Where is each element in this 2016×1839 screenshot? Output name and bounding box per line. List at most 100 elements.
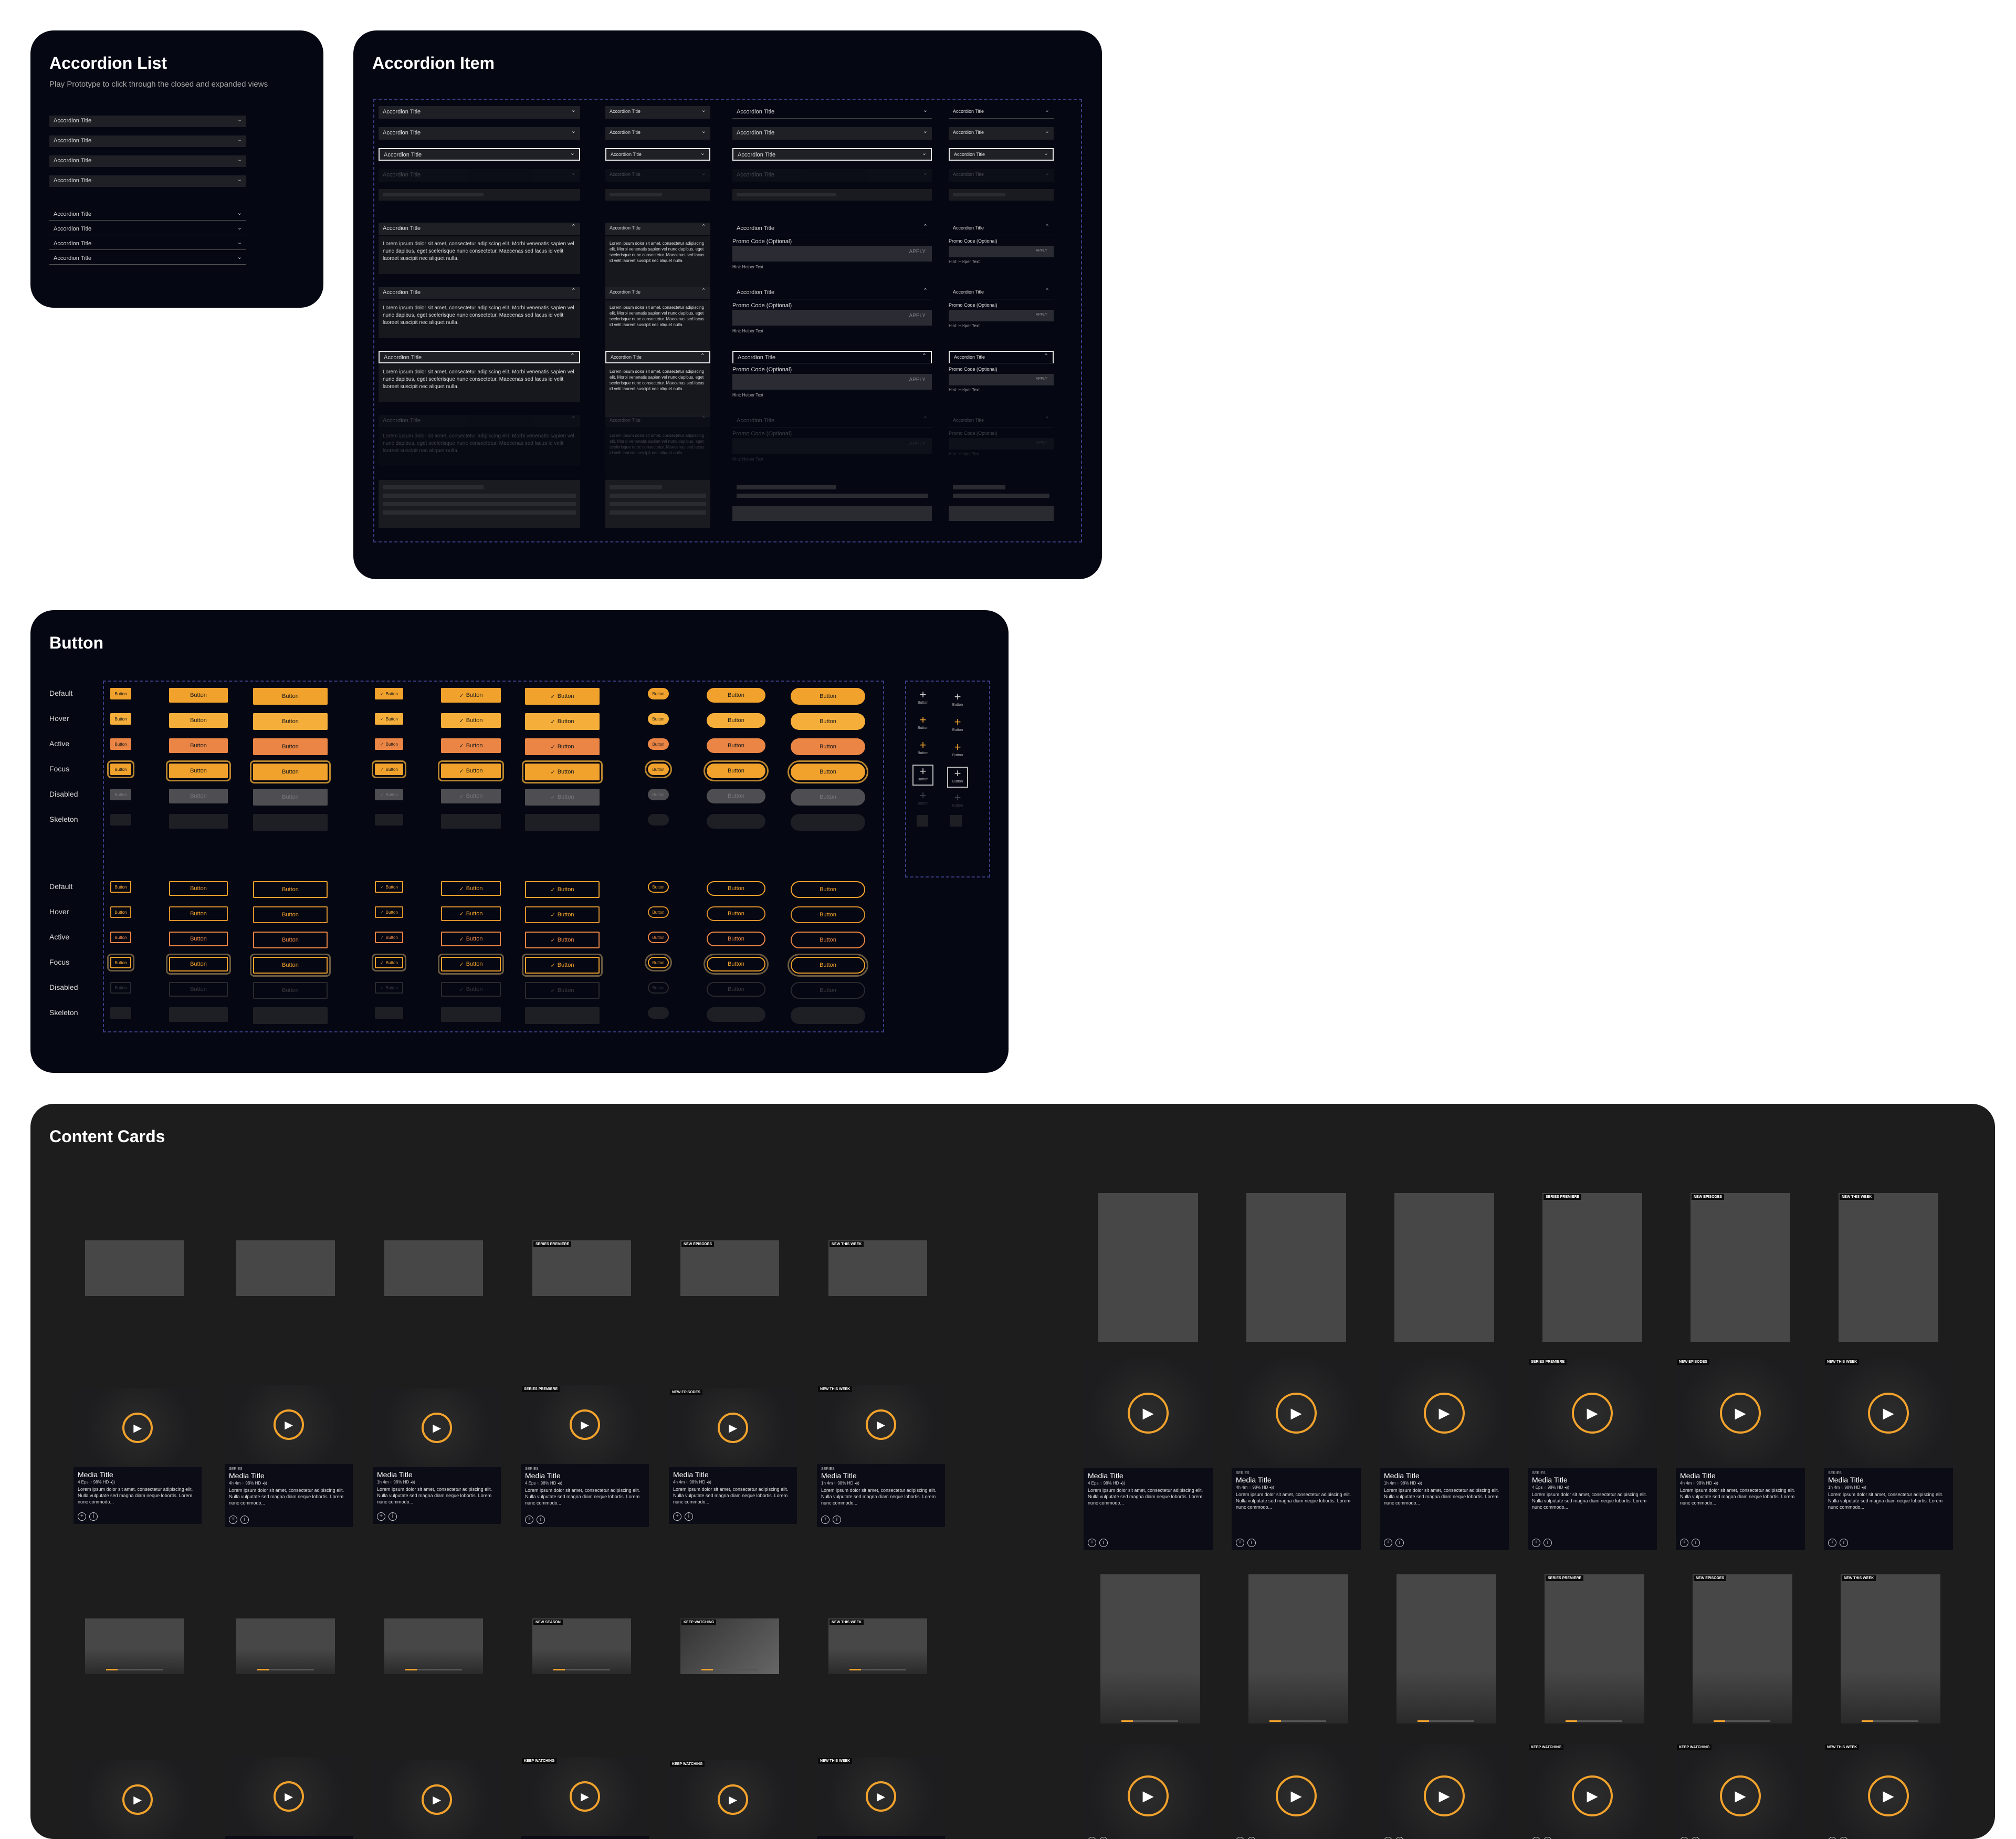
button[interactable]: Button (250, 954, 331, 977)
content-thumbnail[interactable] (236, 1240, 335, 1296)
accordion-header[interactable]: Accordion Title ⌄ (605, 148, 710, 161)
play-button[interactable]: ▶ (570, 1409, 600, 1440)
button[interactable]: Button (253, 906, 328, 923)
button[interactable]: Button (707, 881, 765, 896)
accordion-header-expanded[interactable]: Accordion Title ⌃ (379, 351, 580, 363)
accordion-list-row-flush[interactable]: Accordion Title ⌄ (49, 209, 246, 221)
button[interactable]: Button (707, 738, 765, 753)
content-poster[interactable] (1396, 1574, 1496, 1723)
button[interactable]: Button (791, 713, 865, 730)
media-card[interactable]: ▶ Media Title 4h 4m ◌ 98% HD ◂)) Lorem ipsu… (669, 1388, 797, 1524)
content-thumbnail[interactable] (828, 1240, 927, 1296)
promo-code-input[interactable]: APPLY (949, 310, 1054, 321)
content-thumbnail[interactable] (85, 1240, 184, 1296)
info-icon[interactable]: i (1099, 1539, 1108, 1547)
media-card[interactable]: ▶ SERIES Media Title 4 Eps ◌ 98% HD ◂)) Lore… (521, 1385, 649, 1527)
button[interactable]: ✓ Button (522, 954, 603, 977)
accordion-header[interactable]: Accordion Title ⌄ (732, 127, 932, 140)
media-card[interactable]: ▶Media Title4 Eps ◌ 98% HD ◂))Lorem ipsu… (521, 1757, 649, 1839)
button[interactable]: ✓ Button (375, 932, 403, 943)
media-card[interactable]: ▶Media Title4 Eps ◌ 98% HD ◂))Lorem ipsu… (1084, 1358, 1213, 1550)
add-icon[interactable]: + (1236, 1539, 1244, 1547)
add-icon[interactable]: + (821, 1516, 830, 1524)
media-card[interactable]: ▶ SERIES Media Title 1h 4m ◌ 98% HD ◂)) Lore… (817, 1385, 945, 1527)
add-icon[interactable]: + (673, 1512, 681, 1521)
content-thumbnail[interactable] (828, 1618, 927, 1674)
content-thumbnail[interactable] (680, 1618, 779, 1674)
content-poster[interactable] (1693, 1574, 1792, 1723)
button[interactable]: Button (791, 688, 865, 705)
icon-button[interactable]: + Button (912, 739, 933, 760)
media-card[interactable]: ▶Media Title4 Eps ◌ 98% HD ◂))Lorem ipsu… (1824, 1743, 1953, 1839)
promo-code-input[interactable]: APPLY (949, 374, 1054, 385)
button[interactable]: Button (107, 954, 134, 971)
button[interactable]: Button (704, 760, 769, 781)
button[interactable]: Button (648, 906, 669, 918)
button[interactable]: Button (253, 713, 328, 730)
info-icon[interactable]: i (685, 1512, 693, 1521)
media-card[interactable]: ▶ Media Title 1h 4m ◌ 98% HD ◂)) Lorem ipsu… (373, 1388, 501, 1524)
button[interactable]: Button (704, 954, 769, 975)
play-button[interactable]: ▶ (866, 1781, 896, 1812)
button[interactable]: Button (648, 688, 669, 699)
content-thumbnail[interactable] (85, 1618, 184, 1674)
content-poster[interactable] (1394, 1193, 1494, 1342)
content-poster[interactable] (1690, 1193, 1790, 1342)
play-button[interactable]: ▶ (866, 1409, 896, 1440)
button[interactable]: Button (250, 760, 331, 783)
accordion-header[interactable]: Accordion Title ⌄ (732, 148, 932, 161)
info-icon[interactable]: i (240, 1516, 249, 1524)
add-icon[interactable]: + (377, 1512, 385, 1521)
button[interactable]: Button (788, 954, 868, 977)
accordion-list-row-flush[interactable]: Accordion Title ⌄ (49, 253, 246, 265)
button[interactable]: Button (707, 713, 765, 728)
play-button[interactable]: ▶ (274, 1409, 304, 1440)
button[interactable]: Button (707, 688, 765, 703)
media-card[interactable]: ▶Media Title4 Eps ◌ 98% HD ◂))Lorem ipsu… (373, 1760, 501, 1839)
button[interactable]: Button (169, 906, 228, 921)
media-card[interactable]: ▶ Media Title 4h 4m ◌ 98% HD ◂)) Lorem ipsu… (1676, 1358, 1805, 1550)
add-icon[interactable]: + (1680, 1539, 1688, 1547)
accordion-header[interactable]: Accordion Title ⌄ (379, 148, 580, 161)
content-thumbnail[interactable] (532, 1240, 631, 1296)
button[interactable]: Button (253, 932, 328, 948)
accordion-header-expanded[interactable]: Accordion Title ⌃ (732, 223, 932, 235)
play-button[interactable]: ▶ (422, 1784, 452, 1815)
content-poster[interactable] (1841, 1574, 1940, 1723)
accordion-list-row[interactable]: Accordion Title ⌄ (49, 135, 246, 147)
button[interactable]: Button (253, 881, 328, 898)
info-icon[interactable]: i (1544, 1539, 1552, 1547)
promo-code-input[interactable]: APPLY (732, 310, 932, 326)
button[interactable]: ✓ Button (441, 688, 501, 703)
button[interactable]: Button (648, 738, 669, 750)
content-thumbnail[interactable] (532, 1618, 631, 1674)
button[interactable]: Button (166, 760, 231, 781)
add-icon[interactable]: + (525, 1516, 533, 1524)
accordion-header-expanded[interactable]: Accordion Title ⌃ (379, 223, 580, 235)
info-icon[interactable]: i (1247, 1539, 1256, 1547)
button[interactable]: ✓ Button (441, 738, 501, 753)
play-button[interactable]: ▶ (1572, 1393, 1613, 1434)
button[interactable]: Button (791, 738, 865, 755)
accordion-header[interactable]: Accordion Title ⌄ (732, 106, 932, 119)
button[interactable]: Button (110, 688, 131, 699)
play-button[interactable]: ▶ (570, 1781, 600, 1812)
button[interactable]: ✓ Button (438, 954, 504, 975)
media-card[interactable]: ▶Media Title4 Eps ◌ 98% HD ◂))Lorem ipsu… (669, 1760, 797, 1839)
play-button[interactable]: ▶ (718, 1413, 748, 1443)
accordion-header-expanded[interactable]: Accordion Title ⌃ (379, 287, 580, 299)
button[interactable]: ✓ Button (372, 760, 406, 778)
icon-button[interactable]: + Button (912, 689, 933, 710)
content-poster[interactable] (1100, 1574, 1200, 1723)
promo-code-input[interactable]: APPLY (732, 374, 932, 390)
button[interactable]: ✓ Button (441, 713, 501, 728)
button[interactable]: Button (169, 688, 228, 703)
button[interactable]: ✓ Button (525, 906, 600, 923)
media-card[interactable]: ▶Media Title4 Eps ◌ 98% HD ◂))Lorem ipsu… (817, 1757, 945, 1839)
button[interactable]: ✓ Button (375, 713, 403, 725)
icon-button[interactable]: + Button (947, 741, 968, 762)
media-card[interactable]: ▶ SERIES Media Title 4h 4m ◌ 98% HD ◂)) Lore… (225, 1385, 353, 1527)
accordion-header[interactable]: Accordion Title ⌄ (949, 148, 1054, 161)
button[interactable]: ✓ Button (525, 881, 600, 898)
content-thumbnail[interactable] (680, 1240, 779, 1296)
